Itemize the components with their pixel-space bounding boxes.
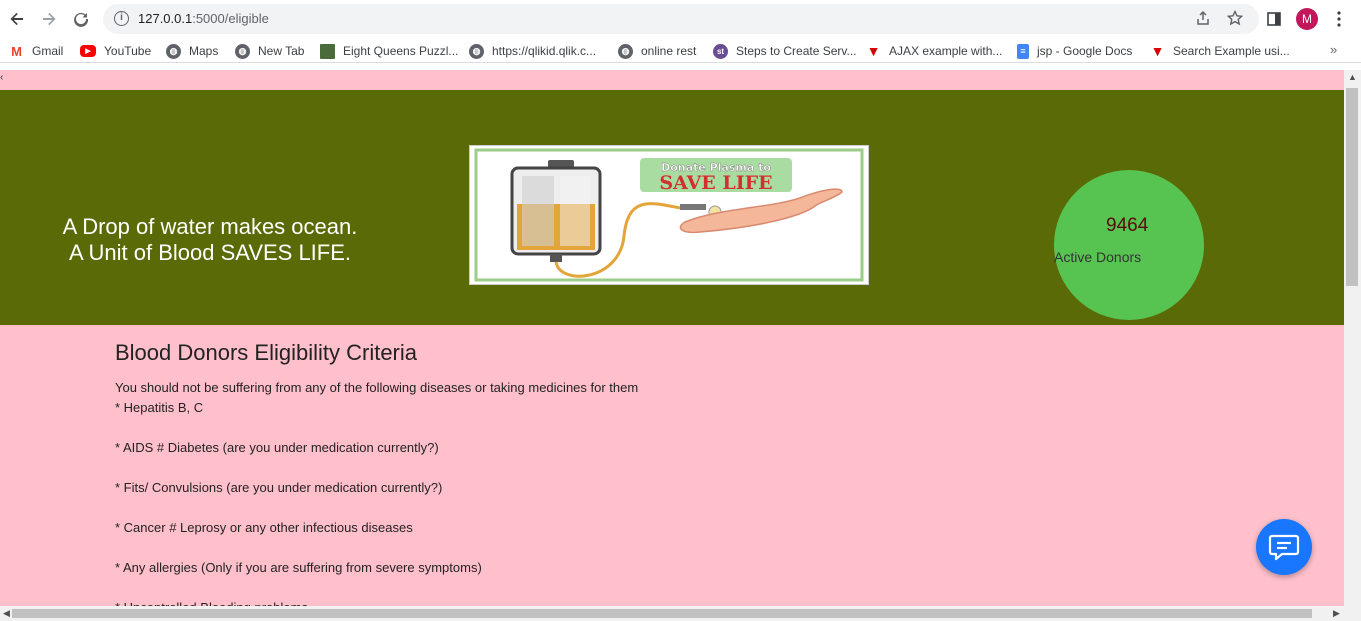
- more-bookmarks-icon[interactable]: »: [1330, 42, 1337, 57]
- url-path: :5000/eligible: [192, 11, 269, 26]
- tagline-line-1: A Drop of water makes ocean.: [62, 214, 358, 239]
- vertical-scroll-thumb[interactable]: [1346, 88, 1358, 286]
- hero-tagline: A Drop of water makes ocean. A Unit of B…: [30, 214, 390, 266]
- bookmark-label: Eight Queens Puzzl...: [343, 44, 459, 58]
- bookmark-ajax[interactable]: ▼ AJAX example with...: [866, 42, 1003, 60]
- hero-section: A Drop of water makes ocean. A Unit of B…: [0, 90, 1344, 325]
- bookmark-label: online rest: [641, 44, 697, 58]
- scroll-left-icon[interactable]: ◀: [3, 608, 10, 619]
- chat-button[interactable]: [1256, 519, 1312, 575]
- bookmark-label: AJAX example with...: [889, 44, 1003, 58]
- bookmark-label: Search Example usi...: [1173, 44, 1290, 58]
- globe-icon: ◍: [618, 43, 633, 59]
- chevron-left-icon: ‹: [0, 72, 4, 83]
- bookmark-label: Maps: [189, 44, 219, 58]
- page-title: Blood Donors Eligibility Criteria: [115, 340, 418, 365]
- page-viewport: ‹ A Drop of water makes ocean. A Unit of…: [0, 70, 1344, 606]
- criteria-item: * Hepatitis B, C: [115, 400, 204, 415]
- bookmark-label: New Tab: [258, 44, 305, 58]
- globe-icon: ◍: [469, 43, 484, 59]
- bookmark-eight-queens[interactable]: Eight Queens Puzzl...: [320, 42, 458, 60]
- bookmark-new-tab[interactable]: ◍ New Tab: [235, 42, 304, 60]
- bookmark-label: YouTube: [104, 44, 152, 58]
- bookmark-online-rest[interactable]: ◍ online rest: [618, 42, 696, 60]
- bookmark-qlik[interactable]: ◍ https://qlikid.qlik.c...: [469, 42, 596, 60]
- active-donors-circle: 9464 Active Donors: [1054, 170, 1204, 320]
- intro-text: You should not be suffering from any of …: [115, 380, 639, 395]
- back-icon[interactable]: [3, 5, 31, 33]
- globe-icon: ◍: [166, 43, 181, 59]
- criteria-item: * Uncontrolled Bleeding problems: [115, 598, 1015, 606]
- bookmark-label: Steps to Create Serv...: [736, 44, 857, 58]
- bookmark-steps[interactable]: st Steps to Create Serv...: [713, 42, 857, 60]
- vertical-scrollbar[interactable]: ▲: [1344, 70, 1361, 606]
- bookmark-label: Gmail: [32, 44, 64, 58]
- criteria-item: * Cancer # Leprosy or any other infectio…: [115, 520, 413, 535]
- docs-icon: ≡: [1017, 43, 1029, 59]
- criteria-item: * Fits/ Convulsions (are you under medic…: [115, 480, 443, 495]
- bookmark-label: jsp - Google Docs: [1037, 44, 1133, 58]
- bookmark-star-icon[interactable]: [1226, 9, 1244, 28]
- youtube-icon: ▶: [80, 45, 96, 57]
- bookmarks-bar: M Gmail ▶ YouTube ◍ Maps ◍ New Tab Eight Que…: [0, 38, 1361, 63]
- site-info-icon[interactable]: i: [114, 11, 129, 26]
- st-icon: st: [713, 43, 728, 59]
- bookmark-label: https://qlikid.qlik.c...: [492, 44, 597, 58]
- active-donors-label: Active Donors: [1054, 249, 1142, 265]
- scroll-up-icon[interactable]: ▲: [1348, 72, 1357, 82]
- bookmark-search-example[interactable]: ▼ Search Example usi...: [1150, 42, 1290, 60]
- address-bar[interactable]: i 127.0.0.1:5000/eligible: [103, 4, 1259, 34]
- bookmark-maps[interactable]: ◍ Maps: [166, 42, 218, 60]
- url-host: 127.0.0.1: [138, 11, 193, 26]
- criteria-item: * Any allergies (Only if you are sufferi…: [115, 560, 482, 575]
- donate-plasma-banner: Donate Plasma to SAVE LIFE: [469, 145, 869, 285]
- url-text[interactable]: 127.0.0.1:5000/eligible: [138, 11, 269, 26]
- t-icon: ▼: [1150, 43, 1165, 59]
- bookmark-youtube[interactable]: ▶ YouTube: [80, 42, 151, 60]
- side-panel-icon[interactable]: [1260, 5, 1288, 33]
- bookmark-gmail[interactable]: M Gmail: [9, 42, 63, 60]
- gmail-icon: M: [11, 43, 22, 59]
- image-icon: [320, 43, 335, 59]
- eligibility-section: Blood Donors Eligibility Criteria You sh…: [115, 340, 1015, 606]
- profile-avatar[interactable]: M: [1296, 8, 1318, 30]
- scroll-right-icon[interactable]: ▶: [1333, 608, 1340, 619]
- t-icon: ▼: [866, 43, 881, 59]
- menu-kebab-icon[interactable]: [1325, 5, 1353, 33]
- reload-icon[interactable]: [67, 5, 95, 33]
- globe-icon: ◍: [235, 43, 250, 59]
- banner-title: SAVE LIFE: [659, 172, 772, 194]
- criteria-item: * AIDS # Diabetes (are you under medicat…: [115, 440, 439, 455]
- bookmark-jsp-docs[interactable]: ≡ jsp - Google Docs: [1017, 42, 1132, 60]
- tagline-line-2: A Unit of Blood SAVES LIFE.: [68, 240, 352, 265]
- browser-toolbar: i 127.0.0.1:5000/eligible M: [0, 0, 1361, 38]
- chat-icon: [1268, 534, 1300, 561]
- forward-icon[interactable]: [35, 5, 63, 33]
- active-donors-count: 9464: [1106, 215, 1149, 236]
- horizontal-scroll-thumb[interactable]: [12, 609, 1312, 618]
- share-icon[interactable]: [1194, 10, 1212, 28]
- horizontal-scrollbar[interactable]: ◀ ▶: [0, 606, 1361, 621]
